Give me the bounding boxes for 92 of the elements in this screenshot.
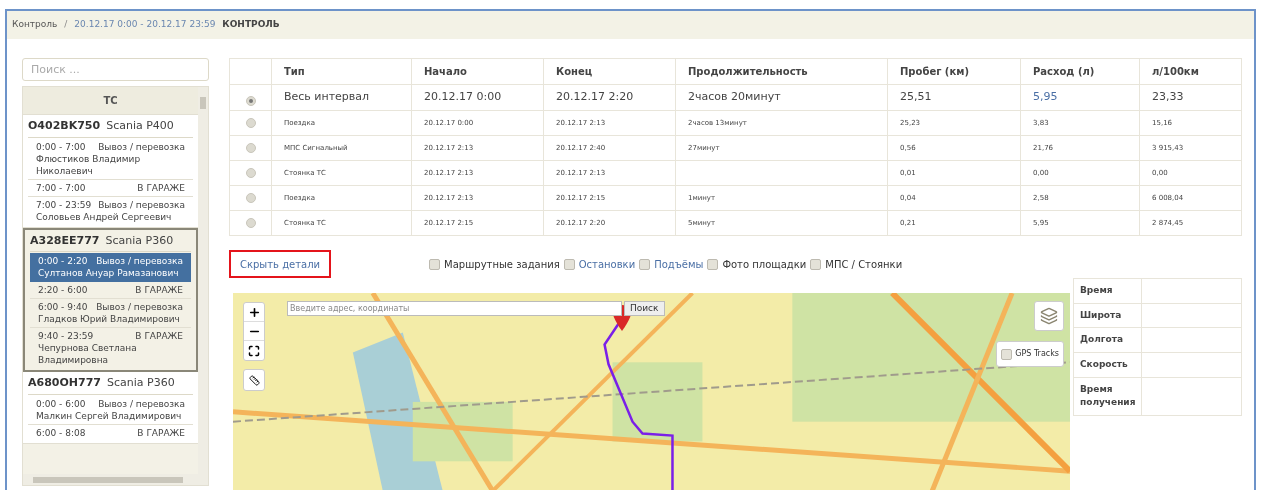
- filter-label: МПС / Стоянки: [825, 257, 903, 272]
- column-header: Тип: [271, 58, 412, 85]
- gps-tracks-control[interactable]: GPS Tracks: [996, 341, 1064, 367]
- trip-item[interactable]: 9:40 - 23:59 В ГАРАЖЕ Чепурнова Светлана Владимировна: [30, 328, 191, 368]
- trip-kind: Вывоз / перевозка: [98, 397, 185, 410]
- trip-time: 6:00 - 9:40: [38, 301, 88, 313]
- column-header: Конец: [543, 58, 676, 85]
- checkbox[interactable]: [429, 258, 441, 270]
- trip-time: 0:00 - 6:00: [36, 397, 86, 410]
- driver-name: Султанов Ануар Рамазанович: [38, 267, 180, 279]
- trip-kind: В ГАРАЖЕ: [135, 330, 183, 342]
- trip-item[interactable]: 6:00 - 8:08 В ГАРАЖЕ: [28, 424, 193, 441]
- driver-name: Флюстиков Владимир Николаевич: [36, 152, 142, 177]
- address-search-field[interactable]: Введите адрес, координаты: [287, 301, 622, 316]
- table-cell: 20.12.17 0:00: [411, 84, 544, 111]
- trip-item[interactable]: 2:20 - 6:00 В ГАРАЖЕ: [30, 282, 191, 299]
- radio-button[interactable]: [245, 143, 256, 153]
- trip-item[interactable]: 7:00 - 23:59 Вывоз / перевозка Соловьев Андрей Сергеевич: [28, 196, 193, 225]
- checkbox[interactable]: [707, 258, 719, 270]
- date-range: 20.12.17 0:00 - 20.12.17 23:59: [74, 18, 216, 32]
- breadcrumb-link[interactable]: Контроль: [12, 18, 58, 32]
- vehicle-model: Scania P360: [105, 232, 174, 249]
- search-button[interactable]: Поиск: [624, 301, 665, 316]
- page-title: КОНТРОЛЬ: [222, 18, 280, 32]
- column-header: Начало: [411, 58, 544, 85]
- column-header: Продолжительность: [675, 58, 888, 85]
- vehicle-model: Scania P400: [106, 118, 174, 134]
- radio-button[interactable]: [245, 118, 256, 128]
- info-label: Время: [1073, 278, 1142, 304]
- trip-time: 9:40 - 23:59: [38, 330, 94, 342]
- filter-label: Маршрутные задания: [444, 257, 560, 272]
- gps-tracks-label: GPS Tracks: [1015, 348, 1059, 360]
- checkbox[interactable]: [563, 258, 575, 270]
- hide-details-link[interactable]: Скрыть детали: [229, 250, 332, 278]
- checkbox[interactable]: [639, 258, 651, 270]
- filter-label: Фото площадки: [722, 257, 807, 272]
- layers-button[interactable]: [1034, 301, 1064, 331]
- vertical-scrollbar[interactable]: [198, 87, 208, 474]
- driver-name: Малкин Сергей Владимирович: [36, 409, 183, 422]
- table-cell: Весь интервал: [271, 84, 412, 111]
- checkbox[interactable]: [1001, 348, 1013, 360]
- trip-time: 0:00 - 2:20: [38, 255, 88, 267]
- trip-item[interactable]: 0:00 - 2:20 Вывоз / перевозка Султанов Ануар Рамазанович: [30, 253, 191, 282]
- table-cell: 25,51: [887, 84, 1021, 111]
- map-view[interactable]: Введите адрес, координаты Поиск GPS Tracks: [233, 293, 1070, 490]
- filter-link[interactable]: Подъёмы: [654, 256, 704, 272]
- vehicle-plate[interactable]: A328EE777: [30, 232, 100, 249]
- vehicle-model: Scania P360: [107, 375, 175, 391]
- info-label: Долгота: [1073, 327, 1142, 353]
- ruler-icon[interactable]: [243, 369, 265, 391]
- trip-item[interactable]: 6:00 - 9:40 Вывоз / перевозка Гладков Юрий Владимирович: [30, 299, 191, 328]
- driver-name: Чепурнова Светлана Владимировна: [38, 342, 138, 366]
- trip-time: 7:00 - 7:00: [36, 181, 86, 194]
- trip-kind: Вывоз / перевозка: [98, 198, 185, 211]
- driver-name: Соловьев Андрей Сергеевич: [36, 210, 173, 223]
- radio-button[interactable]: [245, 168, 256, 178]
- table-cell: 2часов 20минут: [675, 84, 888, 111]
- trip-item[interactable]: 0:00 - 6:00 Вывоз / перевозка Малкин Сергей Владимирович: [28, 395, 193, 425]
- column-header: Пробег (км): [887, 58, 1021, 85]
- trip-kind: Вывоз / перевозка: [96, 255, 183, 267]
- info-label: Широта: [1073, 303, 1142, 328]
- trip-time: 6:00 - 8:08: [36, 426, 86, 439]
- horizontal-scrollbar[interactable]: [23, 474, 208, 485]
- info-label: Скорость: [1073, 352, 1142, 378]
- driver-name: Гладков Юрий Владимирович: [38, 313, 181, 325]
- layers-icon: [1040, 307, 1058, 325]
- trip-item[interactable]: 7:00 - 7:00 В ГАРАЖЕ: [28, 179, 193, 197]
- table-cell: 23,33: [1139, 84, 1242, 111]
- trip-kind: Вывоз / перевозка: [98, 140, 185, 153]
- vehicle-plate[interactable]: O402BK750: [28, 118, 101, 135]
- trip-item[interactable]: 0:00 - 7:00 Вывоз / перевозка Флюстиков Владимир Николаевич: [28, 138, 193, 180]
- column-header: л/100км: [1139, 58, 1242, 85]
- search-field[interactable]: Поиск ...: [22, 58, 209, 81]
- column-header: Расход (л): [1020, 58, 1140, 85]
- breadcrumb-separator: /: [64, 18, 68, 32]
- trip-kind: В ГАРАЖЕ: [135, 284, 183, 296]
- radio-button[interactable]: [245, 95, 256, 106]
- trip-time: 7:00 - 23:59: [36, 198, 92, 211]
- table-cell: 20.12.17 2:20: [543, 84, 676, 111]
- radio-button[interactable]: [245, 193, 256, 203]
- vehicle-plate[interactable]: A680OH777: [28, 375, 101, 392]
- trip-kind: В ГАРАЖЕ: [137, 181, 185, 194]
- trip-time: 0:00 - 7:00: [36, 140, 86, 153]
- radio-button[interactable]: [245, 218, 256, 228]
- trip-time: 2:20 - 6:00: [38, 284, 88, 296]
- table-cell: 5,95: [1020, 84, 1140, 111]
- checkbox[interactable]: [810, 258, 822, 270]
- trip-kind: В ГАРАЖЕ: [137, 426, 185, 439]
- info-label: Время получения: [1073, 377, 1142, 416]
- filter-link[interactable]: Остановки: [578, 256, 636, 272]
- trip-kind: Вывоз / перевозка: [96, 301, 183, 313]
- column-header: ТС: [23, 87, 198, 115]
